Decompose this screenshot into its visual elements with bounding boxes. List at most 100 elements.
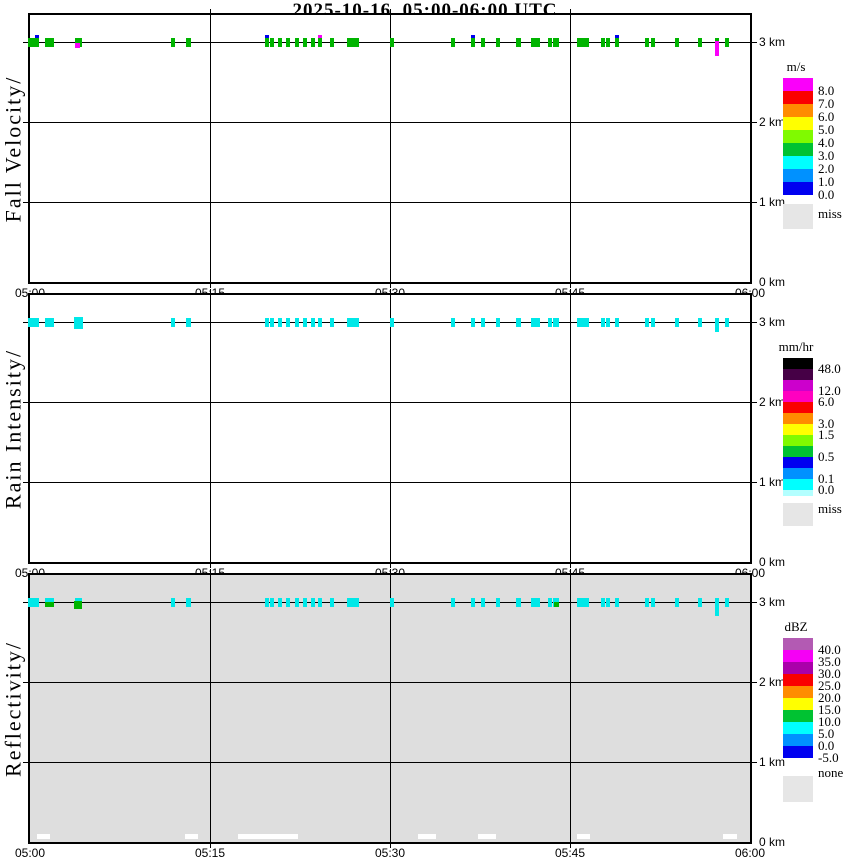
colorbar-cell (783, 104, 813, 117)
echo-mark (35, 598, 39, 607)
echo-mark (303, 598, 307, 607)
colorbar-cell (783, 78, 813, 91)
gridline-horizontal (30, 482, 750, 483)
axis-tick (752, 762, 757, 763)
bottom-gap (37, 834, 50, 839)
axis-tick (752, 602, 757, 603)
colorbar-missing-swatch (783, 503, 813, 526)
echo-mark (606, 318, 610, 327)
echo-mark (651, 38, 655, 47)
gridline-vertical (210, 575, 211, 842)
echo-mark (49, 318, 54, 327)
echo-mark (186, 38, 191, 47)
echo-mark (601, 38, 605, 47)
colorbar-cell (783, 91, 813, 104)
time-tick-label: 05:15 (194, 846, 226, 860)
km-tick-label: 3 km (759, 595, 786, 609)
colorbar-title: dBZ (784, 619, 808, 634)
echo-mark (318, 38, 322, 47)
echo-mark (698, 38, 702, 47)
echo-mark (286, 318, 290, 327)
echo-mark (496, 318, 500, 327)
echo-mark (186, 318, 191, 327)
echo-mark (390, 38, 394, 47)
echo-mark (295, 38, 299, 47)
echo-mark (651, 598, 655, 607)
gridline-horizontal (30, 402, 750, 403)
axis-tick (210, 569, 211, 573)
echo-mark (615, 318, 619, 327)
echo-mark (286, 38, 290, 47)
echo-mark (270, 38, 274, 47)
colorbar-cell (783, 182, 813, 195)
km-tick-label: 1 km (759, 195, 786, 209)
echo-mark (725, 598, 729, 607)
echo-mark (311, 38, 315, 47)
colorbar-tick-label: 1.5 (818, 427, 835, 442)
echo-mark (645, 598, 649, 607)
echo-mark (295, 318, 299, 327)
echo-mark (481, 318, 485, 327)
echo-mark (265, 598, 269, 607)
echo-mark (451, 318, 455, 327)
echo-mark (49, 602, 54, 607)
echo-mark (516, 598, 521, 607)
echo-mark (270, 318, 274, 327)
echo-mark-cap (318, 35, 322, 38)
gridline-vertical (570, 575, 571, 842)
echo-mark (318, 318, 322, 327)
colorbar-title: m/s (786, 59, 806, 74)
y-axis-title: Rain Intensity/ (0, 348, 25, 509)
echo-mark (554, 602, 559, 607)
bottom-gap (238, 834, 298, 839)
axis-tick (390, 569, 391, 573)
echo-mark (347, 318, 359, 327)
colorbar-cell (783, 130, 813, 143)
echo-mark (171, 598, 175, 607)
colorbar-cell (783, 722, 813, 734)
echo-mark (548, 598, 552, 607)
echo-mark (606, 38, 610, 47)
km-tick-label: 1 km (759, 475, 786, 489)
echo-mark (698, 598, 702, 607)
echo-mark (265, 318, 269, 327)
colorbar-missing-label: miss (818, 206, 842, 221)
colorbar-cell (783, 435, 813, 446)
colorbar-cell (783, 156, 813, 169)
echo-mark (49, 38, 54, 47)
gridline-vertical (390, 295, 391, 562)
axis-tick (390, 9, 391, 13)
axis-tick (210, 9, 211, 13)
echo-mark (311, 598, 315, 607)
axis-tick (752, 402, 757, 403)
echo-mark (516, 318, 521, 327)
colorbar-cell (783, 674, 813, 686)
echo-mark (286, 598, 290, 607)
echo-mark (303, 318, 307, 327)
echo-mark (725, 318, 729, 327)
echo-mark (270, 598, 274, 607)
colorbar-missing-label: none (818, 765, 844, 780)
echo-mark (35, 318, 39, 327)
time-tick-label: 06:00 (734, 846, 766, 860)
axis-tick (752, 482, 757, 483)
colorbar-cell (783, 698, 813, 710)
axis-tick (570, 9, 571, 13)
echo-mark (390, 598, 394, 607)
echo-mark (531, 318, 540, 327)
colorbar-tick-label: 0.0 (818, 187, 835, 202)
axis-tick (752, 202, 757, 203)
echo-mark (330, 318, 334, 327)
colorbar-cell (783, 391, 813, 402)
km-tick-label: 2 km (759, 675, 786, 689)
echo-mark (577, 598, 589, 607)
echo-mark (451, 38, 455, 47)
echo-mark (531, 598, 540, 607)
echo-mark (303, 38, 307, 47)
bottom-gap (418, 834, 436, 839)
colorbar-cell (783, 650, 813, 662)
km-tick-label: 3 km (759, 315, 786, 329)
axis-tick (752, 682, 757, 683)
echo-mark (601, 318, 605, 327)
colorbar-cell (783, 369, 813, 380)
